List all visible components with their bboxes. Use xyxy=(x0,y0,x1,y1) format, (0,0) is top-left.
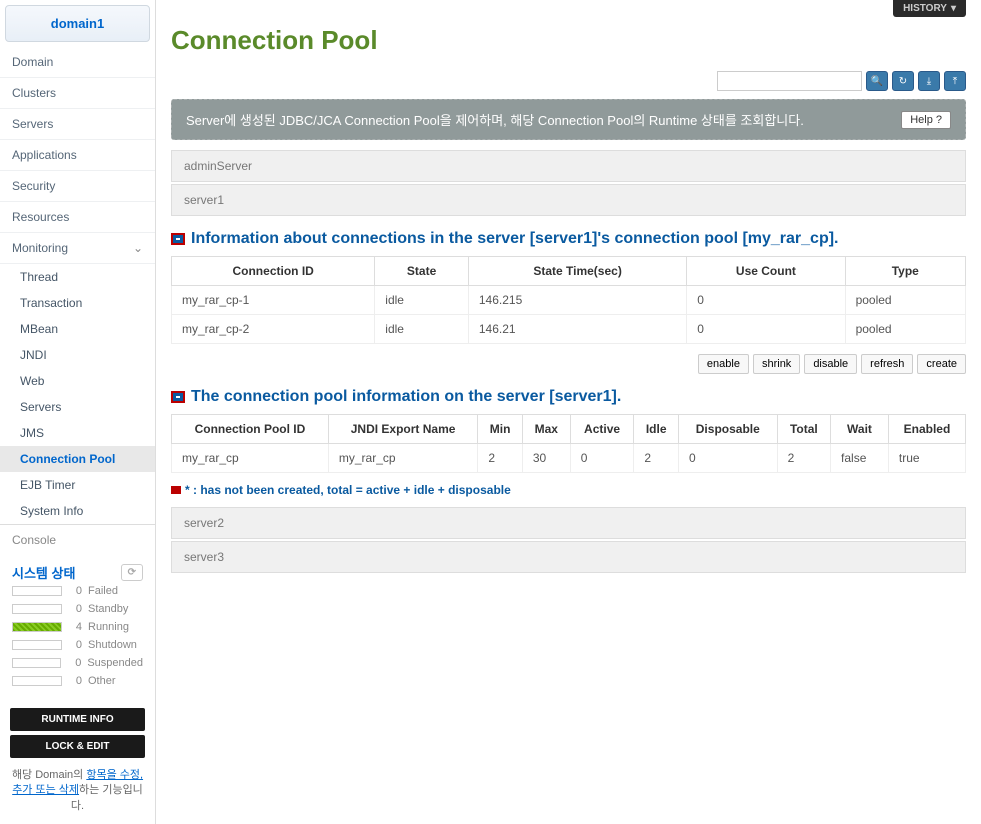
column-header: Enabled xyxy=(888,415,965,444)
nav-monitoring-label: Monitoring xyxy=(12,241,68,255)
table-row[interactable]: my_rar_cpmy_rar_cp2300202falsetrue xyxy=(172,444,966,473)
column-header: Active xyxy=(570,415,634,444)
status-bar-icon xyxy=(12,604,62,614)
nav-item-mbean[interactable]: MBean xyxy=(0,316,155,342)
system-status-title: 시스템 상태 xyxy=(12,563,75,582)
nav-item-transaction[interactable]: Transaction xyxy=(0,290,155,316)
column-header: Disposable xyxy=(678,415,777,444)
column-header: Min xyxy=(478,415,523,444)
nav-item-security[interactable]: Security xyxy=(0,171,155,202)
enable-button[interactable]: enable xyxy=(698,354,749,374)
pool-info-table: Connection Pool IDJNDI Export NameMinMax… xyxy=(171,414,966,473)
table-row[interactable]: my_rar_cp-1idle146.2150pooled xyxy=(172,286,966,315)
column-header: Max xyxy=(522,415,570,444)
status-row-running: 4Running xyxy=(12,618,143,636)
nav-item-ejb-timer[interactable]: EJB Timer xyxy=(0,472,155,498)
column-header: State xyxy=(375,257,469,286)
section1-title: Information about connections in the ser… xyxy=(191,230,839,248)
status-row-other: 0Other xyxy=(12,672,143,690)
nav-item-thread[interactable]: Thread xyxy=(0,264,155,290)
asterisk-flag-icon xyxy=(171,486,181,494)
domain-name[interactable]: domain1 xyxy=(5,5,150,42)
sidebar: domain1 DomainClustersServersApplication… xyxy=(0,0,155,824)
column-header: Wait xyxy=(831,415,889,444)
server-row-adminServer[interactable]: adminServer xyxy=(171,150,966,182)
column-header: Total xyxy=(777,415,830,444)
table-row[interactable]: my_rar_cp-2idle146.210pooled xyxy=(172,315,966,344)
nav-item-jndi[interactable]: JNDI xyxy=(0,342,155,368)
nav-item-applications[interactable]: Applications xyxy=(0,140,155,171)
status-bar-icon xyxy=(12,658,61,668)
nav-item-connection-pool[interactable]: Connection Pool xyxy=(0,446,155,472)
column-header: Idle xyxy=(634,415,679,444)
nav-monitoring[interactable]: Monitoring ⌄ xyxy=(0,233,155,264)
column-header: Use Count xyxy=(687,257,845,286)
connections-table: Connection IDStateState Time(sec)Use Cou… xyxy=(171,256,966,344)
page-description: Server에 생성된 JDBC/JCA Connection Pool을 제어… xyxy=(186,110,804,129)
nav-item-domain[interactable]: Domain xyxy=(0,47,155,78)
server-row-server1[interactable]: server1 xyxy=(171,184,966,216)
status-bar-icon xyxy=(12,676,62,686)
status-row-shutdown: 0Shutdown xyxy=(12,636,143,654)
server-row-server3[interactable]: server3 xyxy=(171,541,966,573)
nav-item-jms[interactable]: JMS xyxy=(0,420,155,446)
column-header: JNDI Export Name xyxy=(328,415,477,444)
console-label: Console xyxy=(0,524,155,555)
nav-item-system-info[interactable]: System Info xyxy=(0,498,155,524)
column-header: Connection ID xyxy=(172,257,375,286)
status-bar-icon xyxy=(12,586,62,596)
server-row-server2[interactable]: server2 xyxy=(171,507,966,539)
nav-item-web[interactable]: Web xyxy=(0,368,155,394)
nav-item-clusters[interactable]: Clusters xyxy=(0,78,155,109)
export-icon[interactable]: ⤒ xyxy=(944,71,966,91)
column-header: Connection Pool ID xyxy=(172,415,329,444)
status-refresh-icon[interactable]: ⟳ xyxy=(121,564,143,581)
nav-item-servers[interactable]: Servers xyxy=(0,394,155,420)
main-content: HISTORY ▾ Connection Pool 🔍 ↻ ⤓ ⤒ Server… xyxy=(155,0,981,824)
flag-icon xyxy=(171,233,185,245)
refresh-icon[interactable]: ↻ xyxy=(892,71,914,91)
status-row-failed: 0Failed xyxy=(12,582,143,600)
column-header: State Time(sec) xyxy=(468,257,686,286)
history-button[interactable]: HISTORY ▾ xyxy=(893,0,966,17)
search-input[interactable] xyxy=(717,71,862,91)
disable-button[interactable]: disable xyxy=(804,354,857,374)
help-button[interactable]: Help ? xyxy=(901,111,951,129)
shrink-button[interactable]: shrink xyxy=(753,354,800,374)
nav-item-servers[interactable]: Servers xyxy=(0,109,155,140)
lock-edit-button[interactable]: LOCK & EDIT xyxy=(10,735,145,758)
status-bar-icon xyxy=(12,640,62,650)
chevron-down-icon: ▾ xyxy=(951,3,956,14)
refresh-button[interactable]: refresh xyxy=(861,354,913,374)
column-header: Type xyxy=(845,257,965,286)
status-bar-icon xyxy=(12,622,62,632)
export-xml-icon[interactable]: ⤓ xyxy=(918,71,940,91)
status-row-suspended: 0Suspended xyxy=(12,654,143,672)
footnote-text: * : has not been created, total = active… xyxy=(185,483,511,497)
domain-note: 해당 Domain의 항목을 수정, 추가 또는 삭제하는 기능입니다. xyxy=(0,768,155,824)
nav-item-resources[interactable]: Resources xyxy=(0,202,155,233)
page-title: Connection Pool xyxy=(171,25,966,56)
runtime-info-button[interactable]: RUNTIME INFO xyxy=(10,708,145,731)
section2-title: The connection pool information on the s… xyxy=(191,388,621,406)
status-row-standby: 0Standby xyxy=(12,600,143,618)
chevron-down-icon: ⌄ xyxy=(133,241,143,255)
flag-icon xyxy=(171,391,185,403)
search-icon[interactable]: 🔍 xyxy=(866,71,888,91)
create-button[interactable]: create xyxy=(917,354,966,374)
